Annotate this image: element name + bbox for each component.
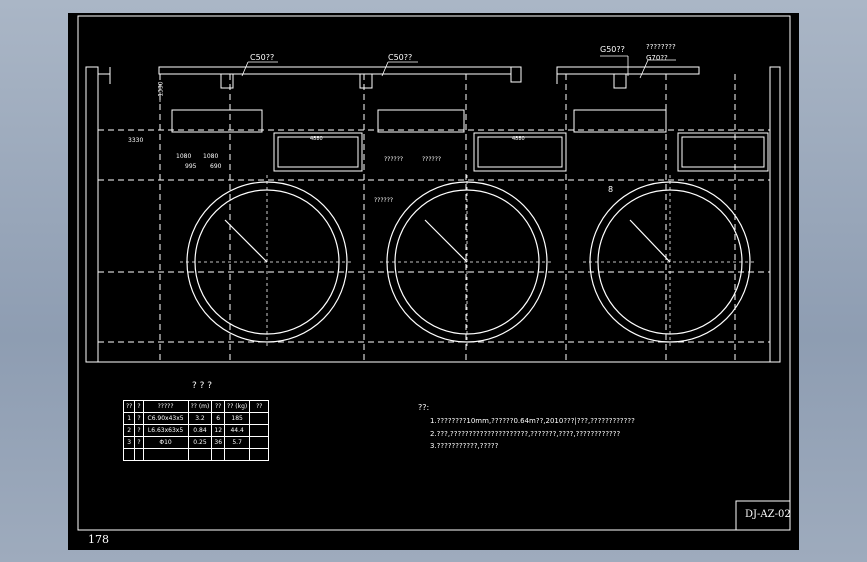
dim-4880b: 4880 [512, 136, 525, 142]
dim-1330: 1330 [157, 81, 165, 97]
table-row: 1 ? C6.90x43x5 3.2 6 185 [122, 412, 270, 425]
table-cell: 185 [224, 412, 251, 425]
table-cell: L6.63x63x5 [142, 424, 189, 437]
drawing-code: DJ-AZ-02 [745, 509, 791, 520]
table-row: 2 ? L6.63x63x5 0.84 12 44.4 [122, 424, 270, 437]
page-number: 178 [88, 533, 109, 546]
drawing-canvas [77, 15, 791, 531]
beam-label-3b: ???????? [646, 43, 676, 51]
table-header: ? [134, 400, 144, 413]
table-cell: 5.7 [224, 436, 251, 449]
table-cell: 1 [122, 412, 136, 425]
dim-8: 8 [608, 185, 614, 194]
table-cell: 12 [211, 424, 226, 437]
table-cell: ? [134, 412, 144, 425]
dim-690: 690 [210, 163, 222, 170]
table-cell: 0.25 [187, 436, 213, 449]
table-cell: 0.84 [187, 424, 213, 437]
beam-label-3c: G70?? [646, 54, 668, 62]
beam-label-2: C50?? [388, 53, 413, 62]
table-cell [142, 448, 189, 461]
table-header: ?? [249, 400, 270, 413]
table-header: ????? [142, 400, 189, 413]
beam-label-3: G50?? [600, 45, 625, 54]
note-item: 1.????????10mm,??????0.64m??,2010???|???… [430, 417, 635, 425]
dim-4880a: 4880 [310, 136, 323, 142]
table-cell [249, 448, 270, 461]
table-cell [249, 424, 270, 437]
table-header: ?? (m) [187, 400, 213, 413]
cad-viewport[interactable]: C50?? C50?? G50?? ???????? G70?? 1330 33… [0, 0, 867, 562]
table-cell: 3.2 [187, 412, 213, 425]
table-cell [249, 412, 270, 425]
table-cell [224, 448, 251, 461]
table-header: ?? [211, 400, 226, 413]
table-cell [211, 448, 226, 461]
material-table: ?? ? ????? ?? (m) ?? ?? (kg) ?? 1 ? C6.9… [122, 400, 270, 461]
table-header: ?? [122, 400, 136, 413]
table-cell: ? [134, 436, 144, 449]
text-1: ?????? [384, 156, 404, 163]
dim-1080a: 1080 [176, 153, 192, 160]
table-cell [134, 448, 144, 461]
notes-title: ??: [418, 403, 430, 412]
table-row: 3 ? Φ10 0.25 36 5.7 [122, 436, 270, 449]
table-cell: ? [134, 424, 144, 437]
table-cell: 2 [122, 424, 136, 437]
table-cell: Φ10 [142, 436, 189, 449]
table-title: ? ? ? [192, 381, 213, 391]
dim-995: 995 [185, 163, 197, 170]
table-header: ?? (kg) [224, 400, 251, 413]
dim-1080b: 1080 [203, 153, 219, 160]
note-item: 3.???????????,????? [430, 442, 499, 450]
table-cell [122, 448, 136, 461]
table-cell: 6 [211, 412, 226, 425]
table-header-row: ?? ? ????? ?? (m) ?? ?? (kg) ?? [122, 400, 270, 413]
dim-3330: 3330 [128, 137, 144, 144]
table-cell [249, 436, 270, 449]
beam-label-1: C50?? [250, 53, 275, 62]
table-cell: 36 [211, 436, 226, 449]
note-item: 2.???,?????????????????????,???????,????… [430, 430, 621, 438]
table-row [122, 448, 270, 461]
table-cell: 3 [122, 436, 136, 449]
text-2: ?????? [422, 156, 442, 163]
table-cell [187, 448, 213, 461]
text-3: ?????? [374, 197, 394, 204]
table-cell: C6.90x43x5 [142, 412, 189, 425]
table-cell: 44.4 [224, 424, 251, 437]
